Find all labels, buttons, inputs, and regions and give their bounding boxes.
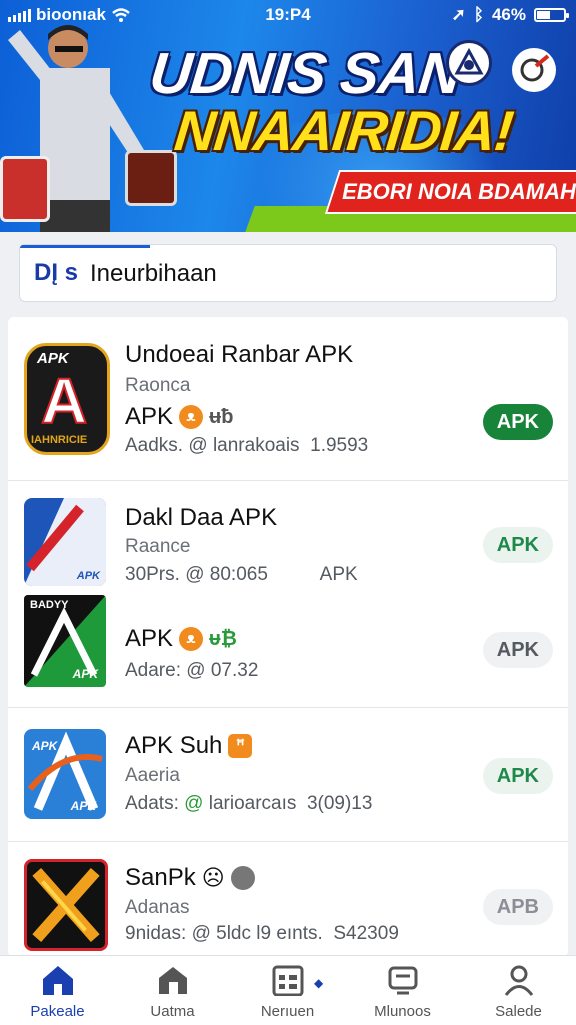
app-icon: APK xyxy=(24,498,106,586)
install-button[interactable]: APB xyxy=(482,889,553,925)
location-icon: ➚ xyxy=(451,5,466,24)
banner-ribbon: EBORI NOIA BDAMAH xyxy=(324,170,576,214)
tab-menu[interactable]: ◆ Nerıuen xyxy=(230,964,345,1020)
search-icon: DĮ s xyxy=(34,259,79,286)
share-icon[interactable] xyxy=(512,48,556,92)
status-bar: bioonıak 19:P4 ➚ ᛒ 46% xyxy=(0,0,576,30)
app-icon: APK APK xyxy=(24,729,106,819)
install-button[interactable]: APK xyxy=(482,632,553,668)
banner-title-line1: UDNIS SAN xyxy=(146,41,464,106)
search-field[interactable]: DĮ s Ineurbihaan xyxy=(19,244,557,302)
bluetooth-icon: ᛒ xyxy=(473,5,484,24)
app-icon xyxy=(24,859,108,951)
store-icon xyxy=(158,967,187,994)
orange-badge-icon: ᴥ xyxy=(179,405,204,429)
search-input-value[interactable]: Ineurbihaan xyxy=(90,260,217,288)
app-icon: BADYY APK xyxy=(24,595,106,687)
tab-media[interactable]: Mlunoos xyxy=(345,964,460,1020)
info-icon: @ xyxy=(186,660,206,681)
search-focus-indicator xyxy=(20,245,150,248)
install-button[interactable]: APK xyxy=(482,527,553,563)
tab-store[interactable]: Uatma xyxy=(115,964,230,1020)
bottom-tab-bar: Pakeale Uatma ◆ Nerıuen Mlunoos Salede xyxy=(0,955,576,1025)
tv-icon xyxy=(388,966,417,995)
install-button[interactable]: APK xyxy=(482,758,553,794)
logo-badge-icon xyxy=(446,40,492,86)
app-subtitle: Raonca xyxy=(125,375,191,396)
list-item[interactable]: APK A IAHNRICIE Undoeai Ranbar APK Raonc… xyxy=(8,317,568,481)
info-icon: @ xyxy=(188,435,208,456)
list-item[interactable]: SanPk ☹ Adanas 9nidas: @ 5ldc l9 eınts. … xyxy=(8,841,568,957)
emoji-icon: ☹ xyxy=(201,865,225,890)
app-apk-line: APK ᴥ ᵾ₿ xyxy=(125,625,237,652)
app-name: Dakl Daa APK xyxy=(125,504,278,531)
orange-badge-icon: ᴥ xyxy=(179,627,204,651)
app-apk-line: APK ᴥ ʉƀ xyxy=(125,403,233,431)
tab-home[interactable]: Pakeale xyxy=(0,964,115,1020)
banner-drum-left xyxy=(0,156,50,222)
battery-icon xyxy=(534,8,569,22)
app-subtitle: Aaeria xyxy=(125,765,180,786)
app-name: Undoeai Ranbar APK xyxy=(125,341,354,368)
home-icon xyxy=(42,966,73,995)
chat-icon xyxy=(230,866,255,890)
install-button[interactable]: APK xyxy=(482,404,553,440)
banner-title-line2: NNAAIRIDIA! xyxy=(171,99,516,162)
app-tag: ᵾ₿ xyxy=(209,627,237,650)
battery-percent: 46% xyxy=(491,5,526,24)
app-name: APK Suh ꟸ xyxy=(125,732,253,760)
app-meta: Adats: @ larioarcaıs 3(09)13 xyxy=(125,793,373,814)
info-icon: @ xyxy=(191,923,211,944)
app-meta: Aadks. @ lanrakoais 1.9593 xyxy=(125,435,369,456)
app-meta: 9nidas: @ 5ldc l9 eınts. S42309 xyxy=(125,923,399,944)
app-meta: 30Prs. @ 80:065 APK xyxy=(125,564,358,585)
tab-profile[interactable]: Salede xyxy=(461,964,576,1020)
app-list: APK A IAHNRICIE Undoeai Ranbar APK Raonc… xyxy=(8,317,568,957)
app-subtitle: Raance xyxy=(125,536,191,557)
app-tag: ʉƀ xyxy=(209,405,234,428)
info-icon: @ xyxy=(184,793,204,814)
app-name: SanPk ☹ xyxy=(125,864,255,892)
calendar-icon xyxy=(272,965,303,997)
app-meta: Adare: @ 07.32 xyxy=(125,660,259,681)
profile-icon xyxy=(504,965,533,996)
banner-drum-right xyxy=(125,150,177,206)
info-icon: @ xyxy=(185,564,205,585)
notification-dot-icon: ◆ xyxy=(314,976,324,990)
orange-badge-icon: ꟸ xyxy=(228,734,253,758)
list-item[interactable]: APK APK APK Suh ꟸ Aaeria Adats: @ larioa… xyxy=(8,707,568,842)
apk-label: APK xyxy=(125,403,174,430)
promo-banner[interactable]: UDNIS SAN NNAAIRIDIA! EBORI NOIA BDAMAH xyxy=(0,0,576,232)
app-icon: APK A IAHNRICIE xyxy=(24,343,110,455)
app-subtitle: Adanas xyxy=(125,897,190,918)
list-item[interactable]: APK Dakl Daa APK Raance 30Prs. @ 80:065 … xyxy=(8,480,568,708)
